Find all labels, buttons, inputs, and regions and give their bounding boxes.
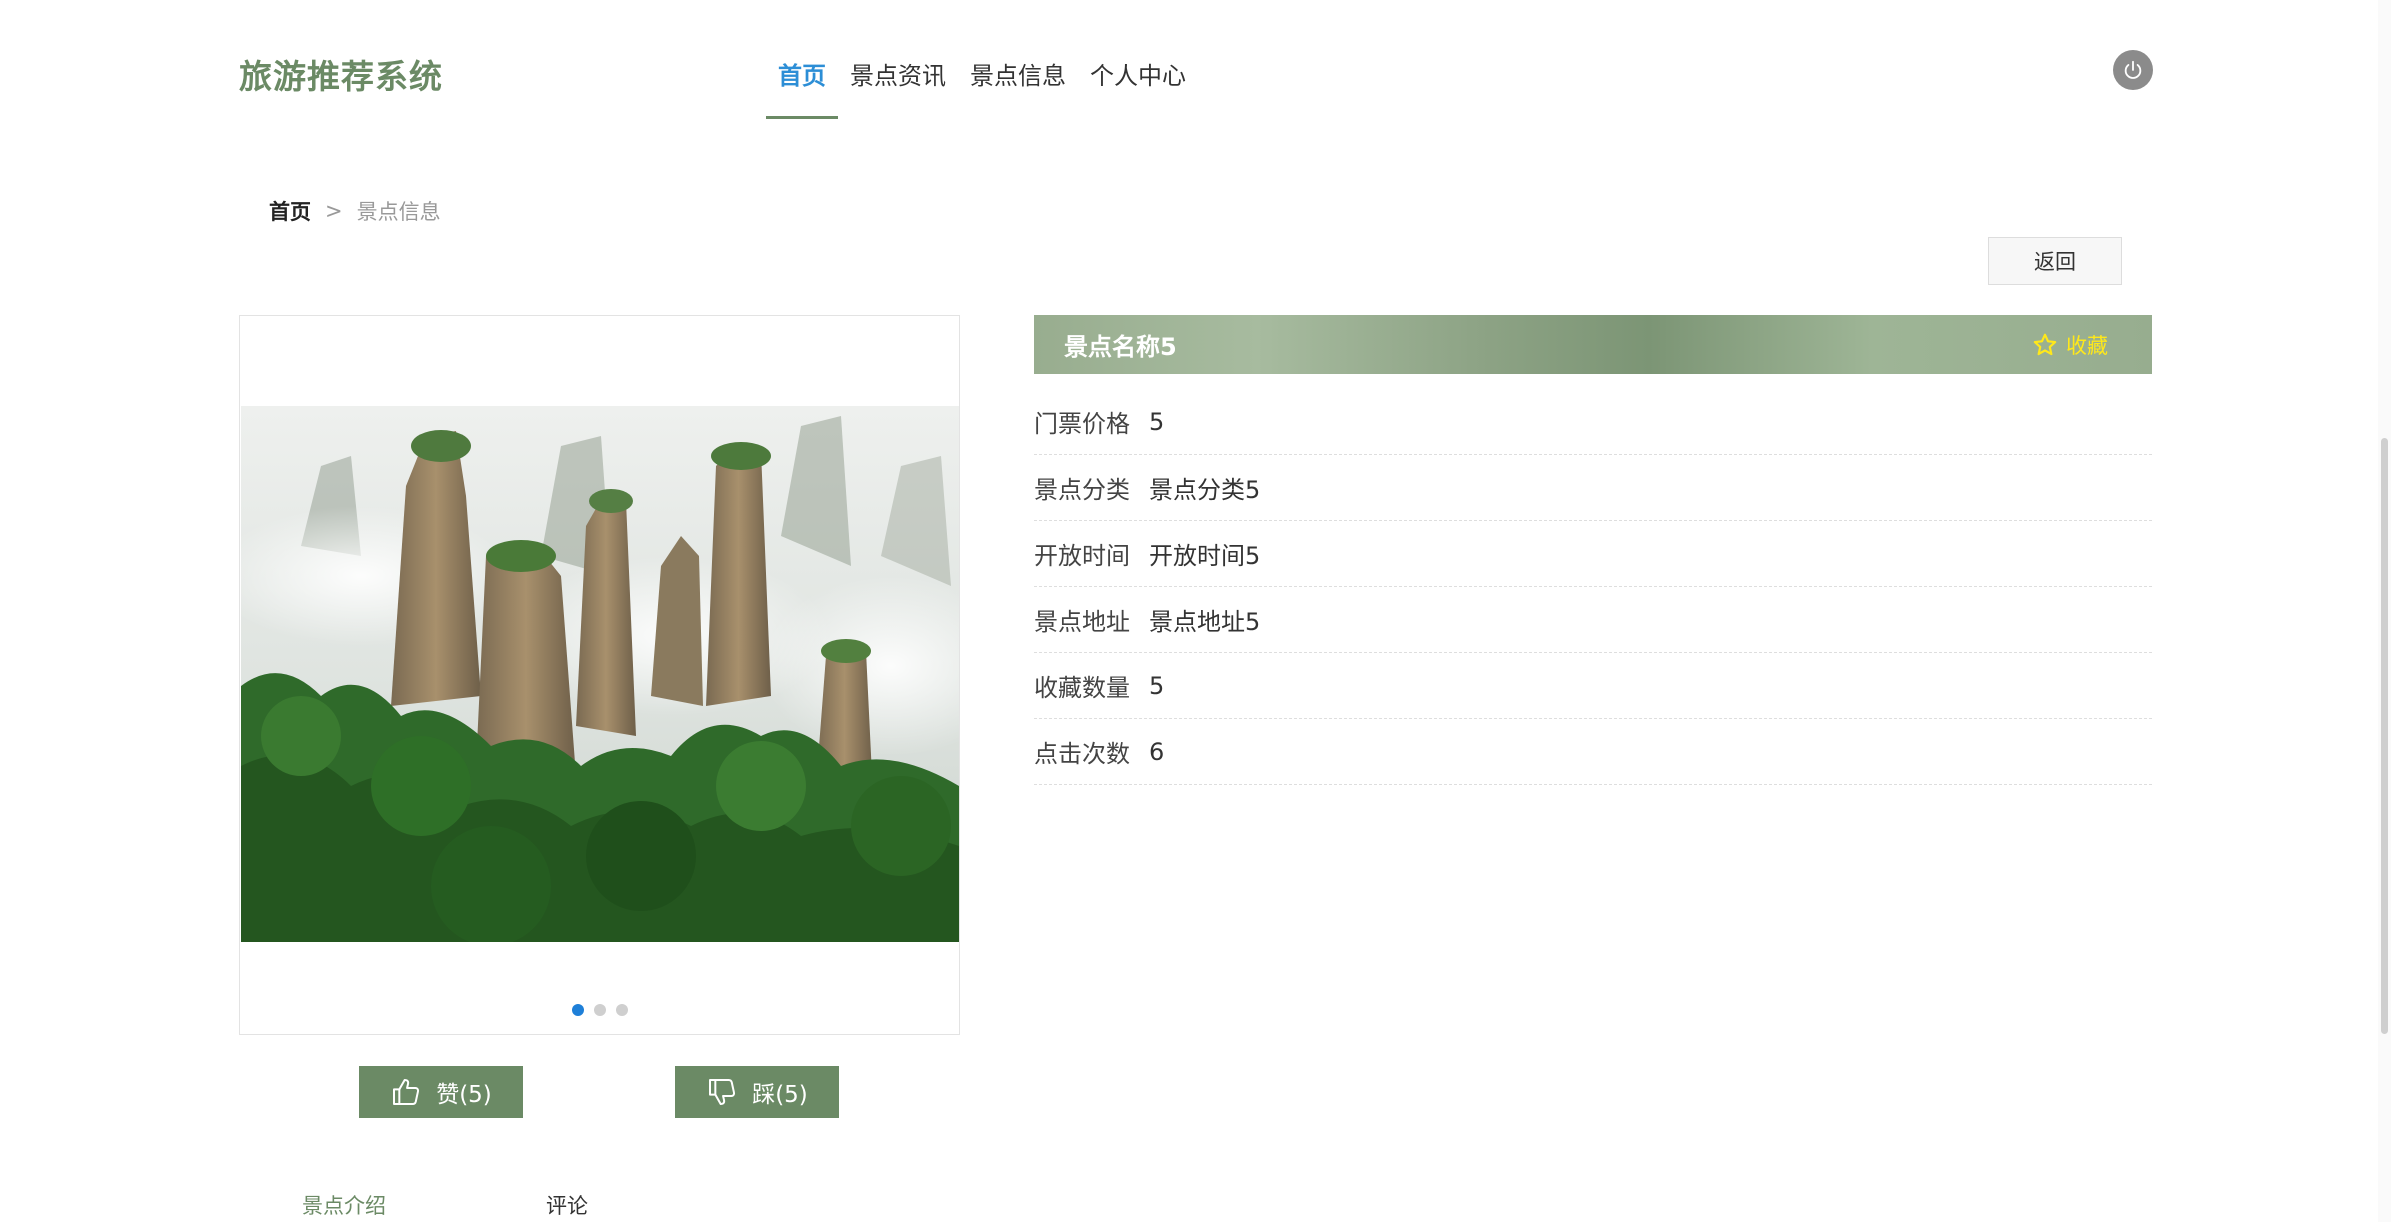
favorite-button[interactable]: 收藏 (2032, 330, 2108, 360)
dislike-label: 踩(5) (752, 1082, 808, 1108)
nav-item-news[interactable]: 景点资讯 (838, 50, 958, 119)
thumbs-down-icon (709, 1079, 736, 1105)
breadcrumb: 首页 > 景点信息 (269, 196, 441, 226)
tab-comments[interactable]: 评论 (546, 1190, 588, 1220)
detail-label: 景点地址 (1034, 608, 1130, 636)
like-label: 赞(5) (436, 1082, 492, 1108)
content-tabs: 景点介绍 评论 (302, 1190, 588, 1220)
detail-row-clicks: 点击次数 6 (1034, 719, 2152, 785)
carousel-dot-1[interactable] (571, 1004, 584, 1016)
image-carousel[interactable] (239, 315, 960, 1035)
breadcrumb-separator: > (325, 199, 343, 223)
favorite-label: 收藏 (2066, 333, 2108, 358)
detail-label: 收藏数量 (1034, 674, 1130, 702)
logout-button[interactable] (2113, 50, 2153, 90)
spot-photo (241, 406, 959, 942)
detail-label: 门票价格 (1034, 410, 1130, 438)
scrollbar-thumb[interactable] (2381, 438, 2388, 1034)
spot-title-bar: 景点名称5 收藏 (1034, 315, 2152, 374)
detail-value: 5 (1149, 407, 1165, 436)
spot-details: 门票价格 5 景点分类 景点分类5 开放时间 开放时间5 景点地址 景点地址5 … (1034, 389, 2152, 785)
detail-value: 5 (1149, 671, 1165, 700)
nav-item-profile[interactable]: 个人中心 (1078, 50, 1198, 119)
site-brand: 旅游推荐系统 (239, 57, 443, 96)
power-icon (2124, 60, 2142, 79)
detail-value: 景点分类5 (1149, 476, 1261, 504)
breadcrumb-current: 景点信息 (356, 200, 441, 224)
main-nav: 首页 景点资讯 景点信息 个人中心 (766, 50, 1198, 119)
detail-label: 开放时间 (1034, 542, 1130, 570)
tab-intro[interactable]: 景点介绍 (302, 1190, 386, 1220)
detail-label: 点击次数 (1034, 740, 1130, 768)
back-button[interactable]: 返回 (1988, 237, 2122, 285)
detail-row-address: 景点地址 景点地址5 (1034, 587, 2152, 653)
detail-label: 景点分类 (1034, 476, 1130, 504)
star-icon (2033, 333, 2057, 355)
breadcrumb-home[interactable]: 首页 (269, 196, 311, 226)
detail-value: 6 (1149, 737, 1165, 766)
carousel-dot-2[interactable] (593, 1004, 606, 1016)
detail-value: 开放时间5 (1149, 542, 1261, 570)
detail-value: 景点地址5 (1149, 608, 1261, 636)
like-button[interactable]: 赞(5) (359, 1066, 523, 1118)
detail-row-category: 景点分类 景点分类5 (1034, 455, 2152, 521)
carousel-dots (240, 1004, 959, 1016)
dislike-button[interactable]: 踩(5) (675, 1066, 839, 1118)
thumbs-up-icon (393, 1079, 420, 1105)
spot-name: 景点名称5 (1064, 333, 1177, 361)
detail-row-price: 门票价格 5 (1034, 389, 2152, 455)
detail-row-hours: 开放时间 开放时间5 (1034, 521, 2152, 587)
nav-item-spots[interactable]: 景点信息 (958, 50, 1078, 119)
nav-item-home[interactable]: 首页 (766, 50, 838, 119)
carousel-dot-3[interactable] (615, 1004, 628, 1016)
detail-row-favorites: 收藏数量 5 (1034, 653, 2152, 719)
